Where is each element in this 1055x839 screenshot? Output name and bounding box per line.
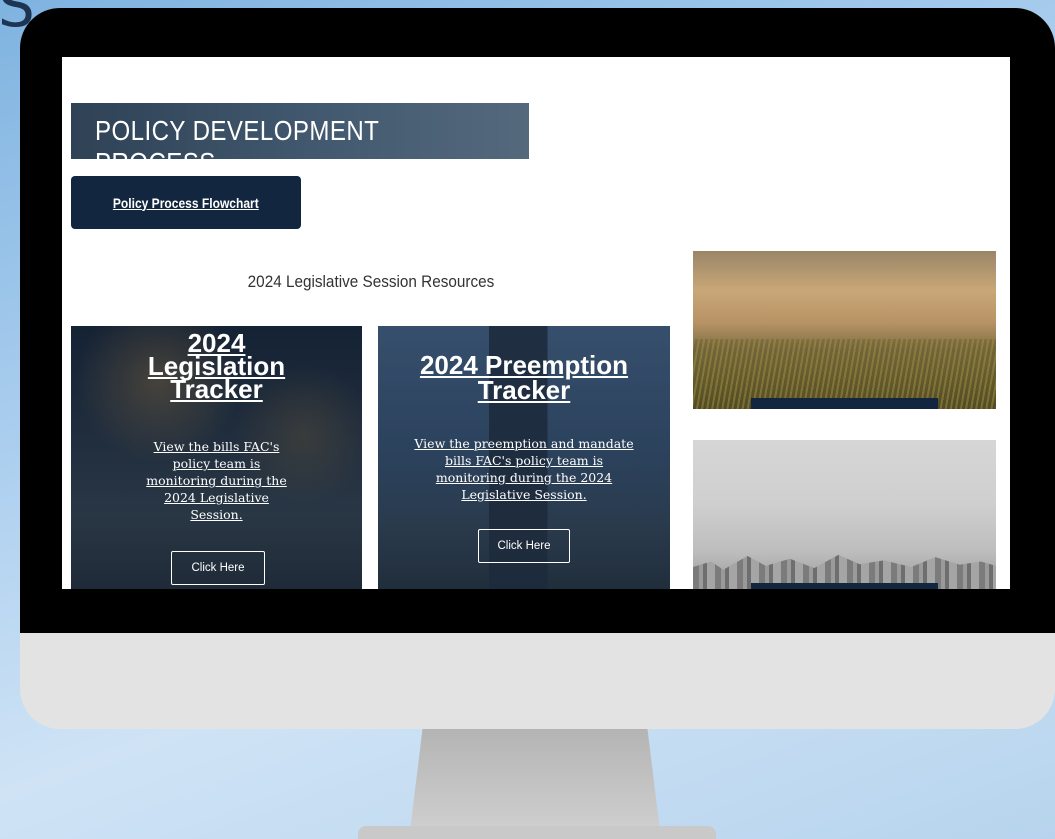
agriculture-rural-affairs-label[interactable]: AGRICULUTURE & RURAL AFFAIRS	[751, 398, 938, 409]
preemption-tracker-title-link[interactable]: 2024 Preemption Tracker	[378, 352, 670, 403]
monitor-stand-foot	[358, 826, 716, 839]
agriculture-rural-affairs-card[interactable]: AGRICULUTURE & RURAL AFFAIRS	[693, 251, 996, 409]
legislation-tracker-card[interactable]: 2024 Legislation Tracker View the bills …	[71, 326, 362, 589]
preemption-tracker-click-here-button[interactable]: Click Here	[478, 529, 570, 563]
monitor-chin	[20, 633, 1055, 729]
legislation-tracker-title-link[interactable]: 2024 Legislation Tracker	[71, 330, 362, 402]
page-title: POLICY DEVELOPMENT PROCESS	[95, 115, 379, 178]
monitor-screen: POLICY DEVELOPMENT PROCESS Policy Proces…	[62, 57, 1010, 589]
legislation-tracker-click-here-button[interactable]: Click Here	[171, 551, 265, 585]
page-title-banner: POLICY DEVELOPMENT PROCESS	[71, 103, 529, 178]
monitor-stand-neck	[410, 729, 660, 831]
city-skyline-card-label[interactable]	[751, 583, 938, 589]
policy-flowchart-button[interactable]: Policy Process Flowchart	[71, 176, 301, 229]
legislation-tracker-description-link[interactable]: View the bills FAC's policy team is moni…	[71, 438, 362, 523]
preemption-tracker-card[interactable]: 2024 Preemption Tracker View the preempt…	[378, 326, 670, 589]
resources-heading: 2024 Legislative Session Resources	[247, 272, 495, 291]
city-skyline-card[interactable]	[693, 440, 996, 589]
policy-flowchart-button-label: Policy Process Flowchart	[113, 194, 259, 211]
preemption-tracker-description-link[interactable]: View the preemption and mandate bills FA…	[378, 435, 670, 503]
